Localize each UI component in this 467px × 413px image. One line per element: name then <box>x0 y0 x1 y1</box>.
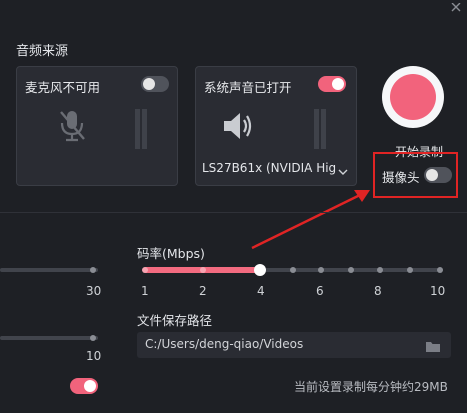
record-button[interactable] <box>382 66 444 128</box>
mic-label: 麦克风不可用 <box>25 80 101 95</box>
bitrate-slider-thumb[interactable] <box>254 264 266 276</box>
system-level-meter <box>314 109 326 149</box>
size-estimate-text: 当前设置录制每分钟约29MB <box>294 380 448 394</box>
folder-icon[interactable] <box>425 338 441 357</box>
system-sound-toggle[interactable] <box>318 76 346 92</box>
mic-card: 麦克风不可用 <box>16 66 178 186</box>
system-sound-label: 系统声音已打开 <box>204 80 292 95</box>
bitrate-tick-extra-3 <box>407 267 413 273</box>
save-path-label: 文件保存路径 <box>137 313 213 328</box>
bitrate-label: 码率(Mbps) <box>137 246 205 261</box>
quality-slider-tick <box>90 335 96 341</box>
annotation-arrow-icon <box>251 190 370 250</box>
mic-toggle[interactable] <box>141 76 169 92</box>
fps-max-label: 30 <box>86 284 102 298</box>
extra-option-toggle[interactable] <box>70 378 98 394</box>
section-divider <box>0 212 467 213</box>
bitrate-tick-label: 8 <box>374 284 382 298</box>
quality-max-label: 10 <box>86 349 102 363</box>
bitrate-tick-extra-2 <box>348 267 354 273</box>
bitrate-tick-label: 2 <box>199 284 207 298</box>
audio-source-title: 音频来源 <box>16 44 69 59</box>
save-path-field[interactable]: C:/Users/deng-qiao/Videos <box>137 332 451 358</box>
bitrate-tick-8 <box>377 267 383 273</box>
bitrate-tick-10 <box>437 267 443 273</box>
speaker-icon <box>222 111 254 145</box>
bitrate-tick-2 <box>200 267 206 273</box>
quality-slider-track[interactable] <box>0 336 98 340</box>
bitrate-tick-extra-1 <box>290 267 296 273</box>
mic-level-meter <box>135 109 147 149</box>
bitrate-tick-label: 1 <box>141 284 149 298</box>
mic-off-icon <box>57 109 87 147</box>
camera-toggle[interactable] <box>424 167 452 183</box>
bitrate-tick-1 <box>142 267 148 273</box>
fps-slider-track[interactable] <box>0 268 98 272</box>
bitrate-tick-label: 4 <box>257 284 265 298</box>
bitrate-tick-label: 6 <box>316 284 324 298</box>
system-sound-card: 系统声音已打开 LS27B61x (NVIDIA Hig <box>195 66 357 186</box>
close-icon[interactable] <box>448 0 464 12</box>
bitrate-tick-6 <box>318 267 324 273</box>
bitrate-tick-label: 10 <box>430 284 446 298</box>
fps-slider-tick <box>90 267 96 273</box>
save-path-value: C:/Users/deng-qiao/Videos <box>145 337 304 351</box>
